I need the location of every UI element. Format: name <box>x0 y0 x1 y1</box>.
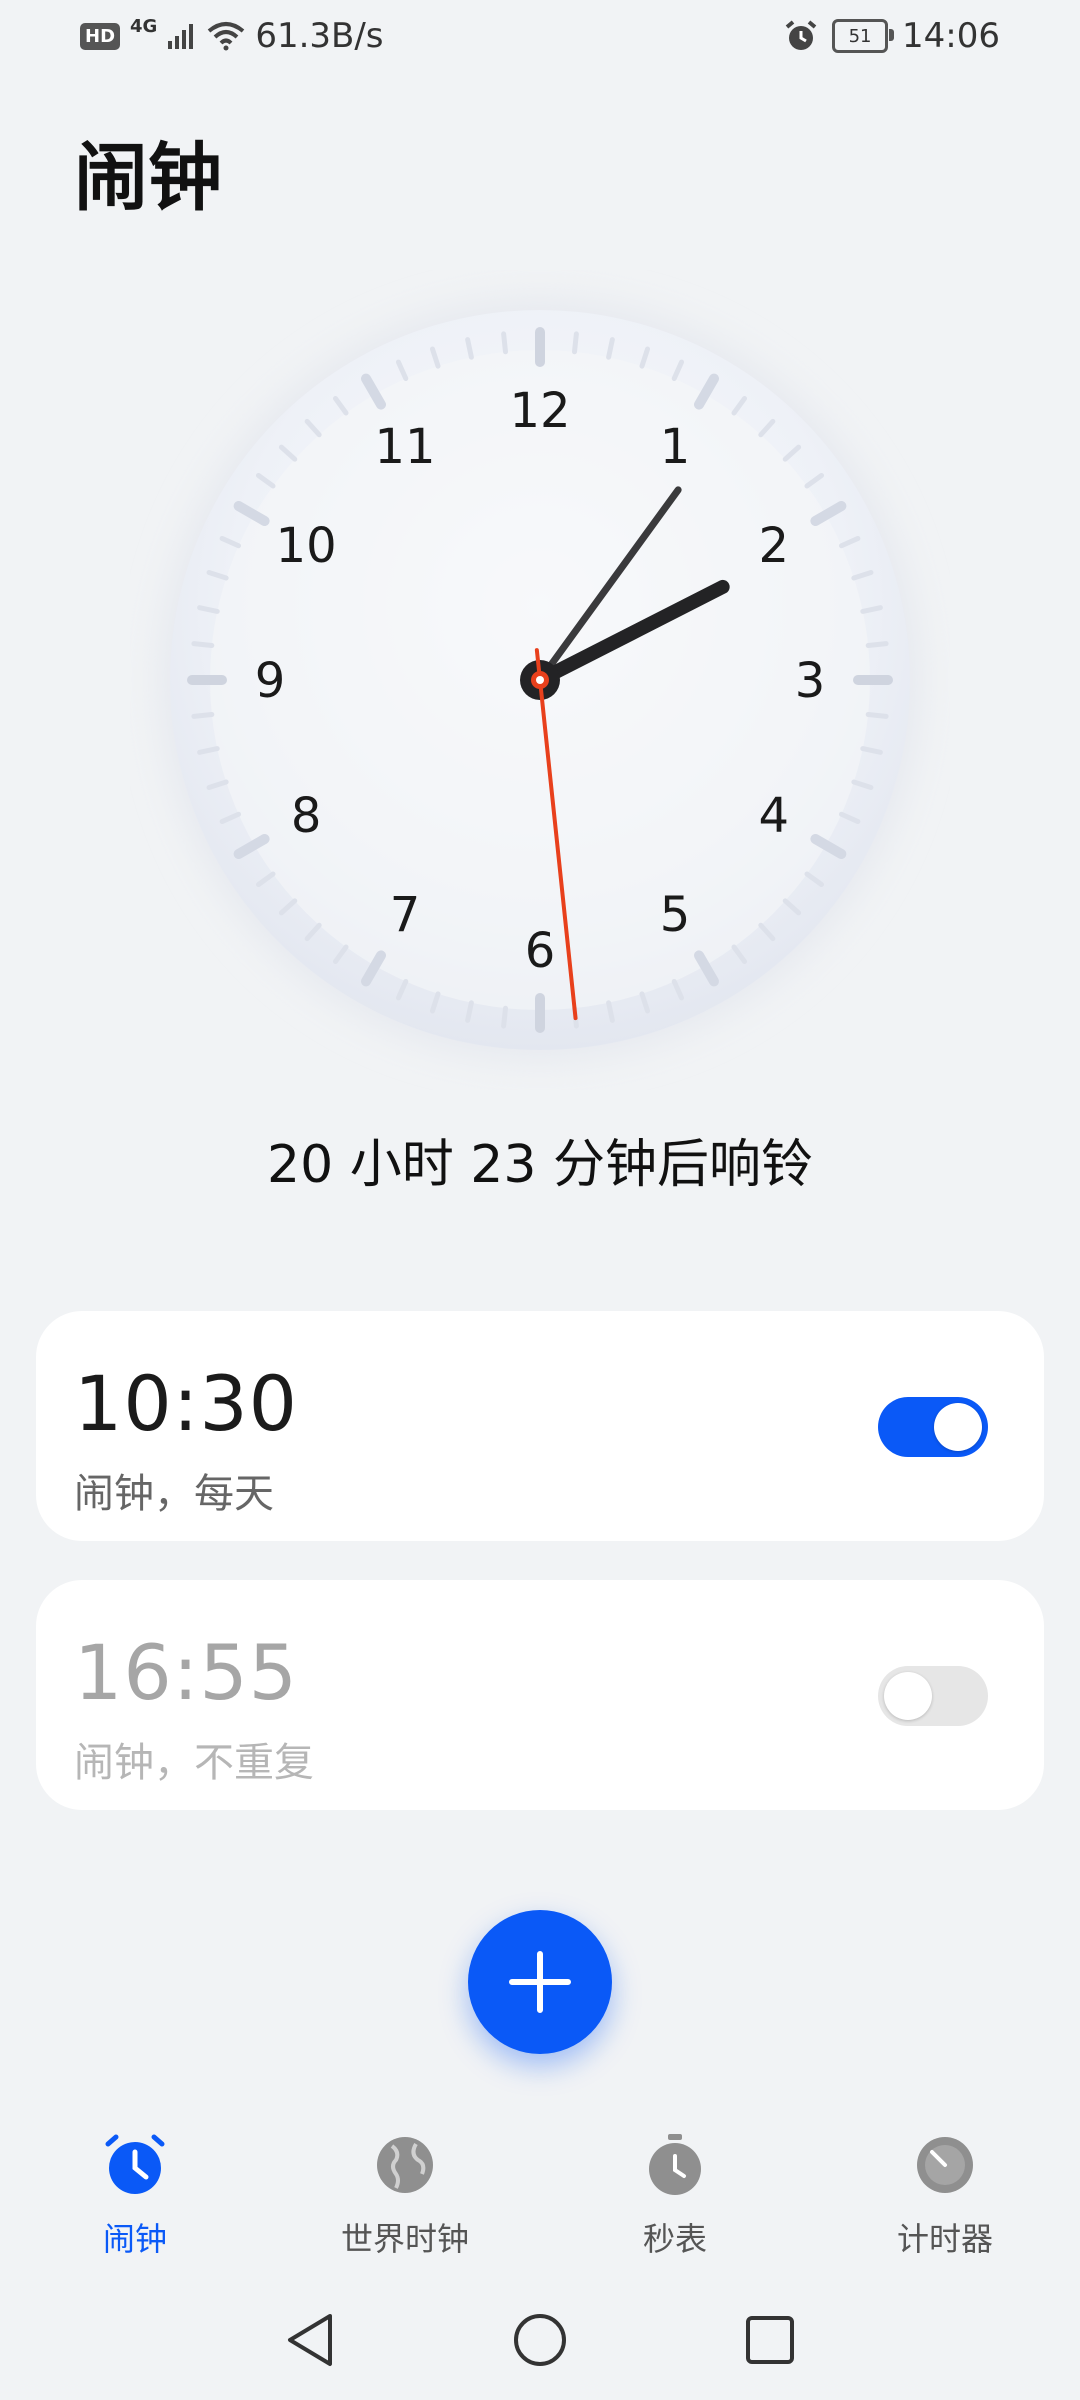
countdown-text: 20 小时 23 分钟后响铃 <box>267 1135 813 1195</box>
wifi-icon <box>208 22 245 51</box>
clock-number: 4 <box>759 788 790 844</box>
stopwatch-icon <box>649 2134 701 2195</box>
home-icon[interactable] <box>510 2310 570 2370</box>
alarm-toggle[interactable] <box>878 1666 988 1726</box>
minute-tick <box>501 331 509 355</box>
alarm-time: 10:30 <box>74 1359 299 1448</box>
tab-label: 计时器 <box>896 2220 993 2258</box>
signal-icon <box>168 24 194 49</box>
plus-icon <box>509 1951 571 2013</box>
hub-dot <box>536 676 544 684</box>
status-bar: HD 4G 61.3B/s 51 14:06 <box>0 0 1080 72</box>
tab-alarm[interactable]: 闹钟 <box>0 2130 270 2260</box>
clock-number: 3 <box>795 653 826 709</box>
tab-stopwatch[interactable]: 秒表 <box>540 2130 810 2260</box>
clock-number: 11 <box>374 419 435 475</box>
clock-number: 12 <box>509 383 570 439</box>
alarm-clock-icon <box>105 2134 165 2194</box>
tab-label: 秒表 <box>642 2220 707 2258</box>
tab-label: 世界时钟 <box>340 2220 469 2258</box>
status-right: 51 14:06 <box>784 16 1000 56</box>
clock-number: 2 <box>759 518 790 574</box>
battery-icon: 51 <box>832 19 895 53</box>
minute-tick <box>191 641 215 649</box>
analog-clock: 12 1 2 3 4 5 6 7 8 9 10 11 <box>130 270 950 1090</box>
clock-face: 121234567891011 <box>160 300 920 1060</box>
toggle-knob <box>934 1403 982 1451</box>
alarm-card[interactable]: 10:30 闹钟，每天 <box>36 1311 1044 1541</box>
clock-number: 5 <box>660 887 691 943</box>
status-time: 14:06 <box>902 16 1000 56</box>
minute-tick <box>571 331 579 355</box>
clock-number: 1 <box>660 419 691 475</box>
alarm-label: 闹钟，每天 <box>74 1471 274 1517</box>
clock-number: 10 <box>276 518 337 574</box>
alarm-card[interactable]: 16:55 闹钟，不重复 <box>36 1580 1044 1810</box>
clock-number: 9 <box>255 653 286 709</box>
recents-icon[interactable] <box>742 2312 798 2368</box>
alarm-label: 闹钟，不重复 <box>74 1740 314 1786</box>
timer-icon <box>917 2137 973 2193</box>
tab-label: 闹钟 <box>102 2220 167 2258</box>
tab-timer[interactable]: 计时器 <box>810 2130 1080 2260</box>
bottom-nav: 闹钟 世界时钟 秒表 计时器 <box>0 2130 1080 2260</box>
hd-badge: HD <box>80 22 121 50</box>
toggle-knob <box>884 1672 932 1720</box>
tab-world-clock[interactable]: 世界时钟 <box>270 2130 540 2260</box>
minute-tick <box>501 1005 509 1029</box>
alarm-time: 16:55 <box>74 1628 299 1717</box>
minute-tick <box>865 641 889 649</box>
alarm-toggle[interactable] <box>878 1397 988 1457</box>
clock-number: 6 <box>525 923 556 979</box>
clock-number: 7 <box>390 887 421 943</box>
network-speed: 61.3B/s <box>255 16 384 56</box>
page-title: 闹钟 <box>74 135 222 221</box>
battery-level: 51 <box>848 25 872 47</box>
clock-number: 8 <box>291 788 322 844</box>
minute-tick <box>191 711 215 719</box>
back-icon[interactable] <box>282 2310 336 2370</box>
system-nav-bar <box>0 2300 1080 2380</box>
globe-icon <box>377 2137 433 2193</box>
status-left: HD 4G 61.3B/s <box>80 16 384 56</box>
alarm-status-icon <box>785 20 817 50</box>
minute-tick <box>865 711 889 719</box>
network-type: 4G <box>130 16 158 37</box>
add-alarm-button[interactable] <box>468 1910 612 2054</box>
